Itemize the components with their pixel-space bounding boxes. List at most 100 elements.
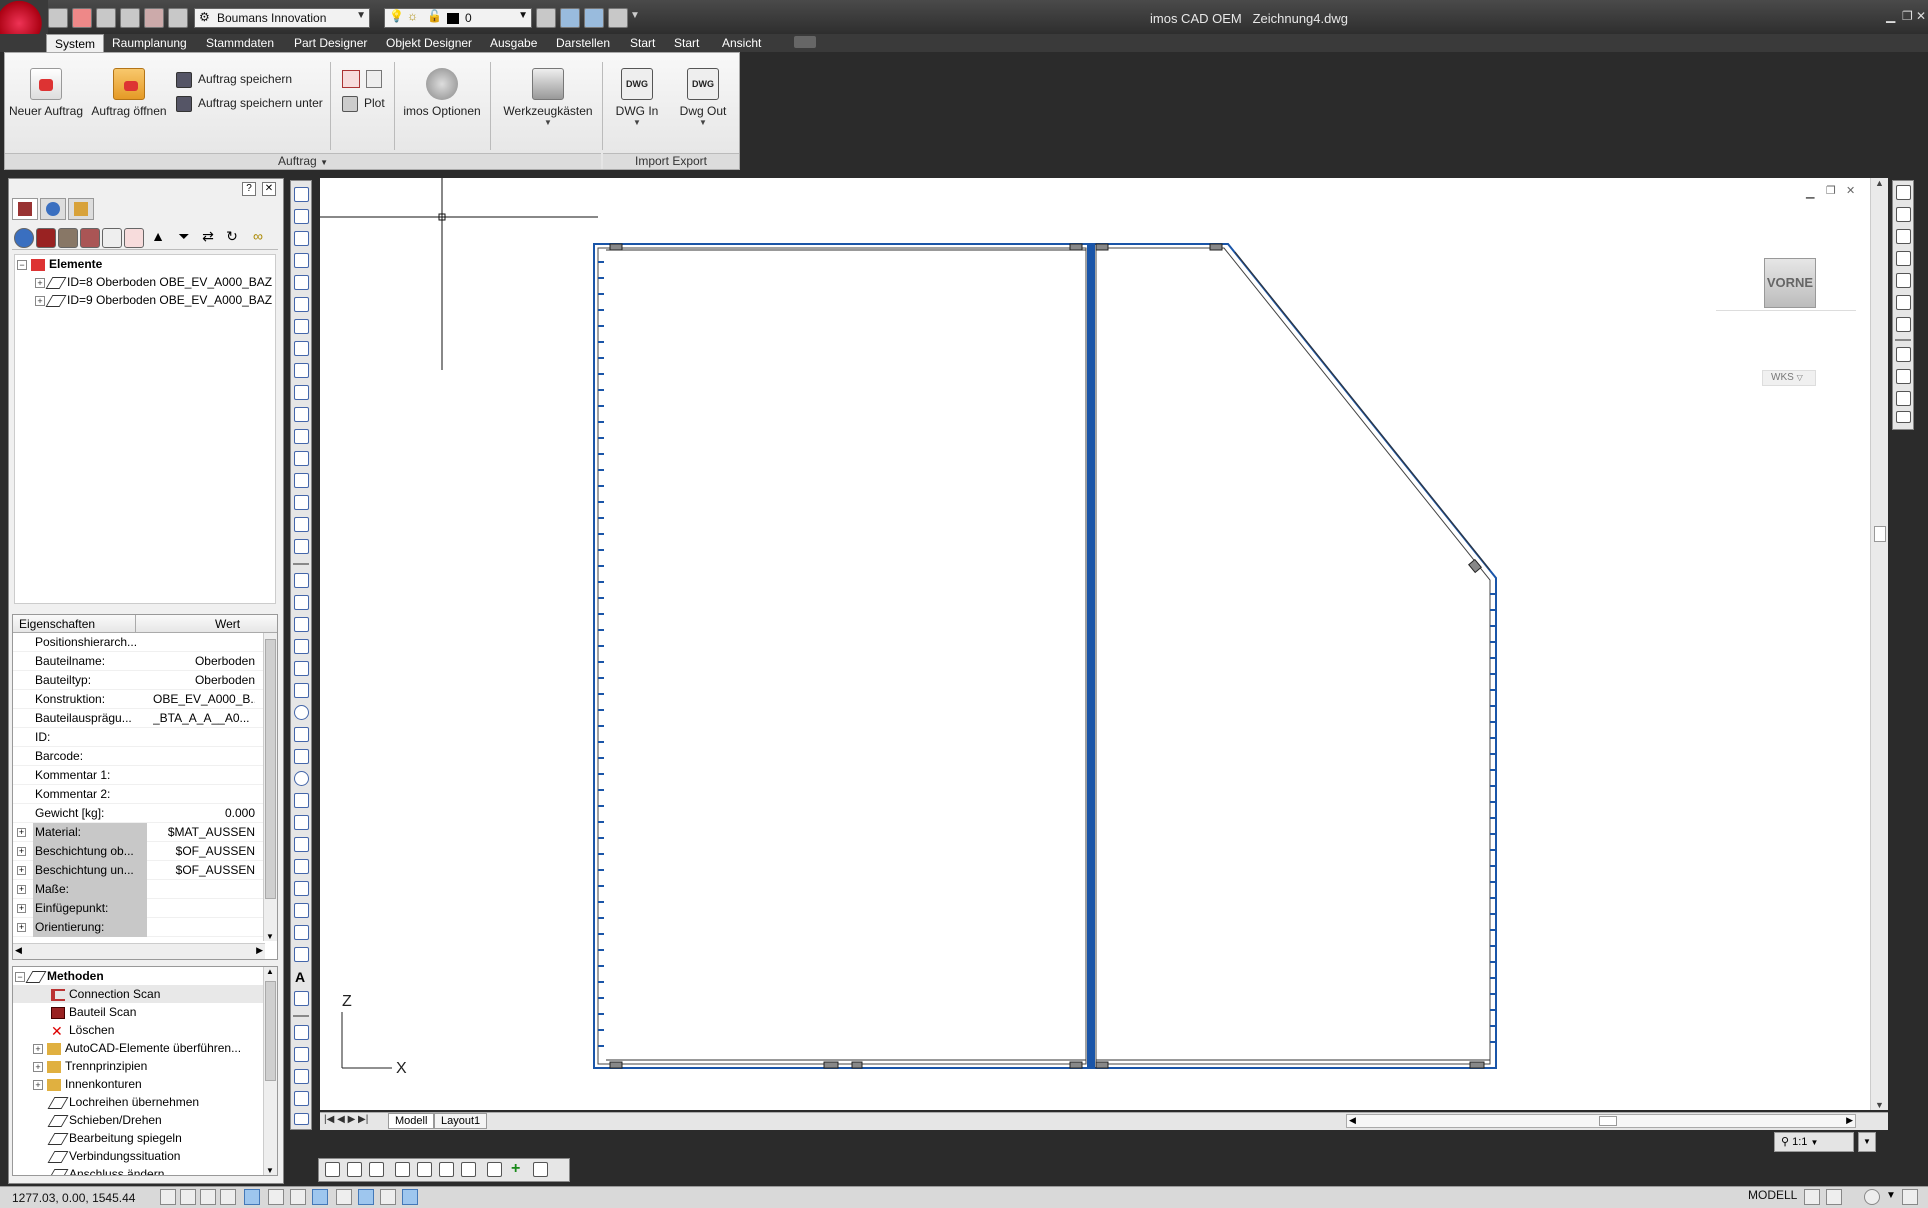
infer-constraints-icon[interactable] xyxy=(160,1189,176,1205)
connector-markers[interactable] xyxy=(609,243,1485,1069)
tab-layout1[interactable]: Layout1 xyxy=(434,1113,488,1129)
scrollbar-thumb[interactable] xyxy=(265,639,276,899)
bottom-view-icon[interactable] xyxy=(1896,229,1911,244)
polygon-icon[interactable] xyxy=(294,639,309,654)
tab-system[interactable]: System xyxy=(46,34,105,52)
scrollbar-thumb[interactable] xyxy=(265,981,276,1081)
triangle-up-icon[interactable]: ▲ xyxy=(148,228,168,248)
property-value[interactable]: $OF_AUSSEN xyxy=(153,861,255,880)
part-filter-icon[interactable] xyxy=(80,228,100,248)
expand-icon[interactable]: + xyxy=(35,277,45,288)
move-icon[interactable] xyxy=(294,297,309,312)
expand-icon[interactable]: + xyxy=(17,904,26,913)
property-row[interactable]: Kommentar 2: xyxy=(13,785,277,804)
fillet-icon[interactable] xyxy=(294,517,309,532)
property-group-row[interactable]: + Beschichtung un... $OF_AUSSEN xyxy=(13,861,277,880)
copy-icon[interactable] xyxy=(294,209,309,224)
property-value[interactable]: _BTA_A_A__A0... xyxy=(153,709,255,728)
settings-icon[interactable] xyxy=(168,8,188,28)
plot-icon[interactable] xyxy=(144,8,164,28)
sw-iso-icon[interactable] xyxy=(1896,347,1911,362)
mirror-icon[interactable] xyxy=(294,231,309,246)
expand-icon[interactable]: + xyxy=(17,828,26,837)
funnel-icon[interactable]: ⏷ xyxy=(174,228,194,248)
property-row[interactable]: Gewicht [kg]: 0.000 xyxy=(13,804,277,823)
drawing-canvas[interactable]: Z X xyxy=(320,178,1888,1110)
ne-iso-icon[interactable] xyxy=(1896,391,1911,406)
link-icon[interactable]: ∞ xyxy=(246,228,270,248)
property-row[interactable]: ID: xyxy=(13,728,277,747)
spline-icon[interactable] xyxy=(294,749,309,764)
new-file-icon[interactable] xyxy=(48,8,68,28)
insert-block-icon[interactable] xyxy=(294,815,309,830)
tab-start-2[interactable]: Start xyxy=(666,34,707,52)
tree-item[interactable]: + ID=9 Oberboden OBE_EV_A000_BAZ xyxy=(15,291,275,309)
property-row[interactable]: Barcode: xyxy=(13,747,277,766)
methods-root[interactable]: − Methoden xyxy=(13,967,277,985)
help-button[interactable]: ? xyxy=(242,182,256,196)
expand-icon[interactable]: + xyxy=(17,866,26,875)
scroll-down-icon[interactable]: ▼ xyxy=(1875,1100,1884,1110)
refresh-icon[interactable]: ↻ xyxy=(222,228,242,248)
customize-dropdown-icon[interactable]: ▼ xyxy=(630,10,640,21)
imos-tool-5-icon[interactable] xyxy=(294,1113,309,1125)
front-view-icon[interactable] xyxy=(1896,295,1911,310)
trim-icon[interactable] xyxy=(294,385,309,400)
tab-stammdaten[interactable]: Stammdaten xyxy=(198,34,282,52)
grid-icon[interactable] xyxy=(200,1189,216,1205)
tab-start-1[interactable]: Start xyxy=(622,34,663,52)
snap-icon[interactable] xyxy=(180,1189,196,1205)
wcs-menu[interactable]: WKS ▽ xyxy=(1762,370,1816,386)
property-group-row[interactable]: + Maße: xyxy=(13,880,277,899)
property-row[interactable]: Positionshierarch... xyxy=(13,633,277,652)
property-row[interactable]: Bauteilname: Oberboden xyxy=(13,652,277,671)
scroll-down-icon[interactable]: ▼ xyxy=(266,1166,274,1175)
top-view-icon[interactable] xyxy=(1896,207,1911,222)
dynamic-input-icon[interactable] xyxy=(358,1189,374,1205)
dynamic-ucs-icon[interactable] xyxy=(336,1189,352,1205)
join-icon[interactable] xyxy=(294,473,309,488)
tab-objekt-designer[interactable]: Objekt Designer xyxy=(378,34,480,52)
revcloud-icon[interactable] xyxy=(294,727,309,742)
dwg-in-button[interactable]: DWG DWG In ▼ xyxy=(612,68,662,127)
polar-icon[interactable] xyxy=(244,1189,260,1205)
horizontal-scrollbar[interactable]: ◀ ▶ xyxy=(1346,1114,1856,1128)
plot-preview-icon[interactable] xyxy=(342,70,360,88)
lock-ui-icon[interactable] xyxy=(1902,1189,1918,1205)
drawing-svg[interactable]: Z X xyxy=(320,178,1888,1110)
imos-tool-4-icon[interactable] xyxy=(294,1091,309,1106)
collapse-icon[interactable]: − xyxy=(17,259,27,270)
point-icon[interactable] xyxy=(294,859,309,874)
layer-selector[interactable]: 💡 ☼ 🔓 0 ▼ xyxy=(384,8,532,28)
model-space-toggle[interactable]: MODELL xyxy=(1748,1188,1797,1202)
annotation-scale[interactable]: ⚲ 1:1 ▼ xyxy=(1774,1132,1854,1152)
break-at-point-icon[interactable] xyxy=(294,451,309,466)
expand-icon[interactable]: + xyxy=(35,295,45,306)
expand-icon[interactable]: + xyxy=(17,923,26,932)
scroll-left-icon[interactable]: ◀ xyxy=(1349,1115,1356,1126)
column-value[interactable]: Wert xyxy=(215,617,240,631)
method-item[interactable]: Bauteil Scan xyxy=(13,1003,277,1021)
break-icon[interactable] xyxy=(294,429,309,444)
replace-tool-icon[interactable] xyxy=(369,1162,384,1177)
method-item[interactable]: + AutoCAD-Elemente überführen... xyxy=(13,1039,277,1057)
ellipse-icon[interactable] xyxy=(294,771,309,786)
region-icon[interactable] xyxy=(294,925,309,940)
swap-icon[interactable]: ⇄ xyxy=(198,228,218,248)
property-value[interactable]: $OF_AUSSEN xyxy=(153,842,255,861)
viewport-restore-icon[interactable]: ❐ xyxy=(1826,184,1836,197)
quick-properties-icon[interactable] xyxy=(402,1189,418,1205)
plot-settings-icon[interactable] xyxy=(366,70,382,88)
palette-tab-elements[interactable] xyxy=(12,198,38,220)
polyline-icon[interactable] xyxy=(294,617,309,632)
imos-tool-3-icon[interactable] xyxy=(294,1069,309,1084)
arc-icon[interactable] xyxy=(294,683,309,698)
property-value[interactable]: $MAT_AUSSEN xyxy=(153,823,255,842)
vertical-scrollbar[interactable]: ▲ ▼ xyxy=(1870,178,1888,1110)
add-selected-icon[interactable] xyxy=(294,991,309,1006)
explode-icon[interactable] xyxy=(294,539,309,554)
stretch-icon[interactable] xyxy=(294,363,309,378)
box-filter-icon[interactable] xyxy=(58,228,78,248)
method-item[interactable]: Verbindungssituation xyxy=(13,1147,277,1165)
collapse-icon[interactable]: − xyxy=(15,971,25,982)
